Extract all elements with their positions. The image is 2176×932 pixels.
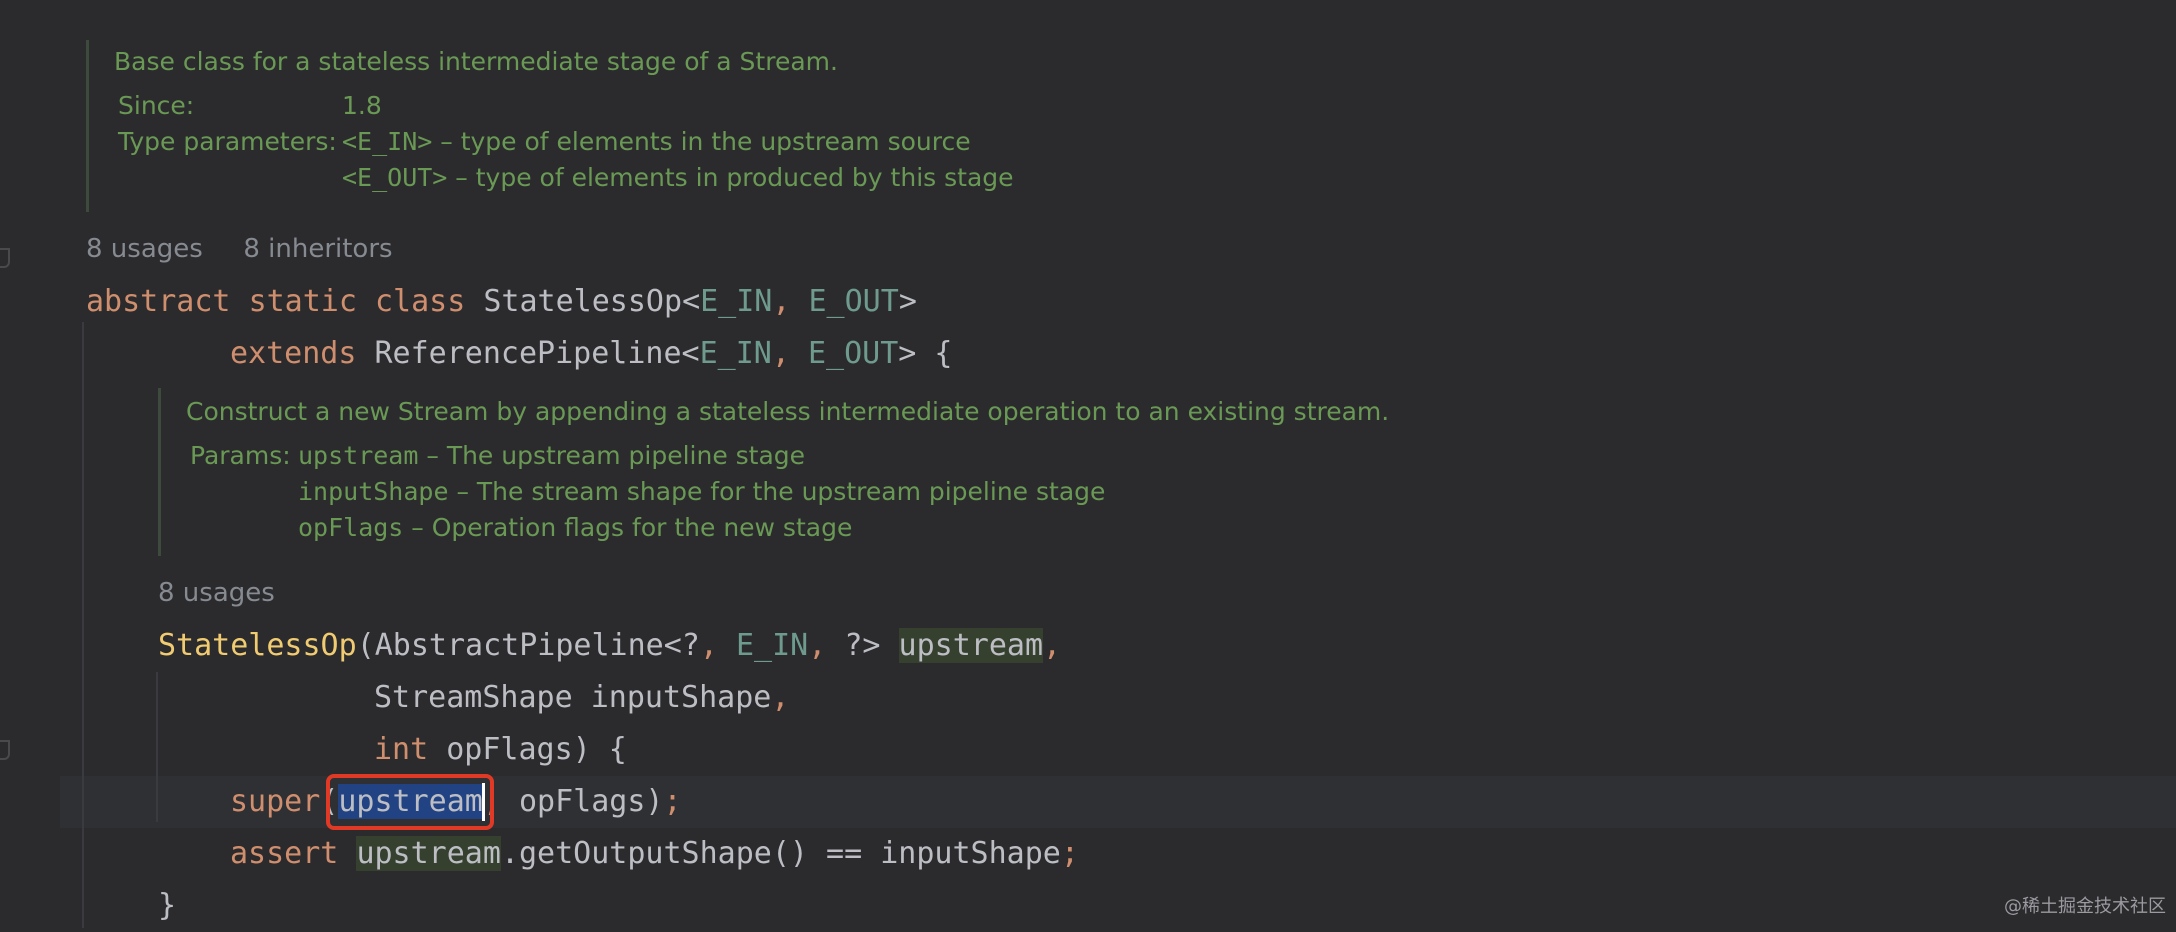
comma: , <box>772 284 809 319</box>
param-type: AbstractPipeline<? <box>374 628 700 663</box>
param-name: opFlags <box>298 513 404 542</box>
type-param-desc: – type of elements in the upstream sourc… <box>432 127 971 156</box>
inlay-hint: 8 usages 8 inheritors <box>86 234 393 264</box>
indent-guide <box>82 322 84 928</box>
param-desc: – The stream shape for the upstream pipe… <box>448 477 1106 506</box>
class-name: StatelessOp <box>483 284 683 319</box>
type-param: E_IN <box>735 628 809 663</box>
param-type: StreamShape <box>374 680 573 715</box>
watermark: @稀土掘金技术社区 <box>2004 896 2166 917</box>
code-line[interactable]: int opFlags) { <box>374 724 627 776</box>
semicolon: ; <box>1060 836 1079 871</box>
code-line[interactable]: abstract static class StatelessOp<E_IN, … <box>86 276 917 328</box>
param-name: inputShape <box>590 680 772 715</box>
param-name: opFlags <box>446 732 573 767</box>
type-params-label: Type parameters: <box>118 127 337 156</box>
doc-summary: Base class for a stateless intermediate … <box>114 47 838 76</box>
since-value: 1.8 <box>342 91 382 120</box>
keyword: super <box>230 784 321 819</box>
paren: ( <box>356 628 375 663</box>
usages-hint[interactable]: 8 usages <box>86 234 203 264</box>
type-param: E_OUT <box>808 284 899 319</box>
brace: { <box>916 336 953 371</box>
type-param: E_IN <box>699 336 772 371</box>
since-label: Since: <box>118 91 195 120</box>
doc-comment-bar <box>86 40 89 212</box>
param-name: upstream <box>298 441 419 470</box>
param-ref: upstream <box>356 836 501 871</box>
editor-gutter <box>0 0 60 928</box>
code-line[interactable]: extends ReferencePipeline<E_IN, E_OUT> { <box>230 328 952 380</box>
keyword: assert <box>230 836 339 871</box>
fold-marker-icon[interactable] <box>0 740 12 762</box>
type-param: E_OUT <box>807 336 899 371</box>
keyword: extends <box>230 336 357 371</box>
args: opFlags) <box>500 784 664 819</box>
keyword: class <box>375 284 466 319</box>
type-param: E_IN <box>700 284 773 319</box>
generic-open: < <box>682 284 701 319</box>
method-call: .getOutputShape() == inputShape <box>500 836 1061 871</box>
doc-summary: Construct a new Stream by appending a st… <box>186 397 1390 426</box>
brace: ) { <box>572 732 627 767</box>
highlight-box <box>326 774 494 830</box>
inlay-hint: 8 usages <box>158 578 275 608</box>
generic-open: < <box>681 336 700 371</box>
type-param-name: <E_IN> <box>342 127 433 156</box>
constructor-name: StatelessOp <box>158 628 357 663</box>
keyword: int <box>374 732 429 767</box>
indent-guide <box>156 672 158 822</box>
type-param-desc: – type of elements in produced by this s… <box>447 163 1014 192</box>
closing-brace: } <box>158 888 177 923</box>
code-line[interactable]: } <box>158 880 176 932</box>
code-line[interactable]: StreamShape inputShape, <box>374 672 789 724</box>
keyword: abstract <box>86 284 231 319</box>
param-desc: – The upstream pipeline stage <box>418 441 806 470</box>
code-line[interactable]: assert upstream.getOutputShape() == inpu… <box>230 828 1079 880</box>
param-desc: – Operation flags for the new stage <box>403 513 853 542</box>
param-name: inputShape <box>298 477 449 506</box>
fold-marker-icon[interactable] <box>0 248 12 270</box>
param-type: ?> <box>844 628 881 663</box>
param-name: upstream <box>898 628 1044 663</box>
keyword: static <box>248 284 357 319</box>
class-doc-comment: Base class for a stateless intermediate … <box>114 44 1014 196</box>
params-label: Params: <box>190 441 291 470</box>
code-line[interactable]: StatelessOp(AbstractPipeline<?, E_IN, ?>… <box>158 620 1061 672</box>
ctor-doc-comment: Construct a new Stream by appending a st… <box>186 394 1389 546</box>
super-class-name: ReferencePipeline <box>374 336 682 371</box>
generic-close: > <box>898 284 917 319</box>
inheritors-hint[interactable]: 8 inheritors <box>243 234 392 264</box>
generic-close: > <box>898 336 917 371</box>
type-param-name: <E_OUT> <box>342 163 448 192</box>
doc-comment-bar <box>158 388 161 556</box>
comma: , <box>771 336 808 371</box>
usages-hint[interactable]: 8 usages <box>158 578 275 608</box>
semicolon: ; <box>663 784 682 819</box>
